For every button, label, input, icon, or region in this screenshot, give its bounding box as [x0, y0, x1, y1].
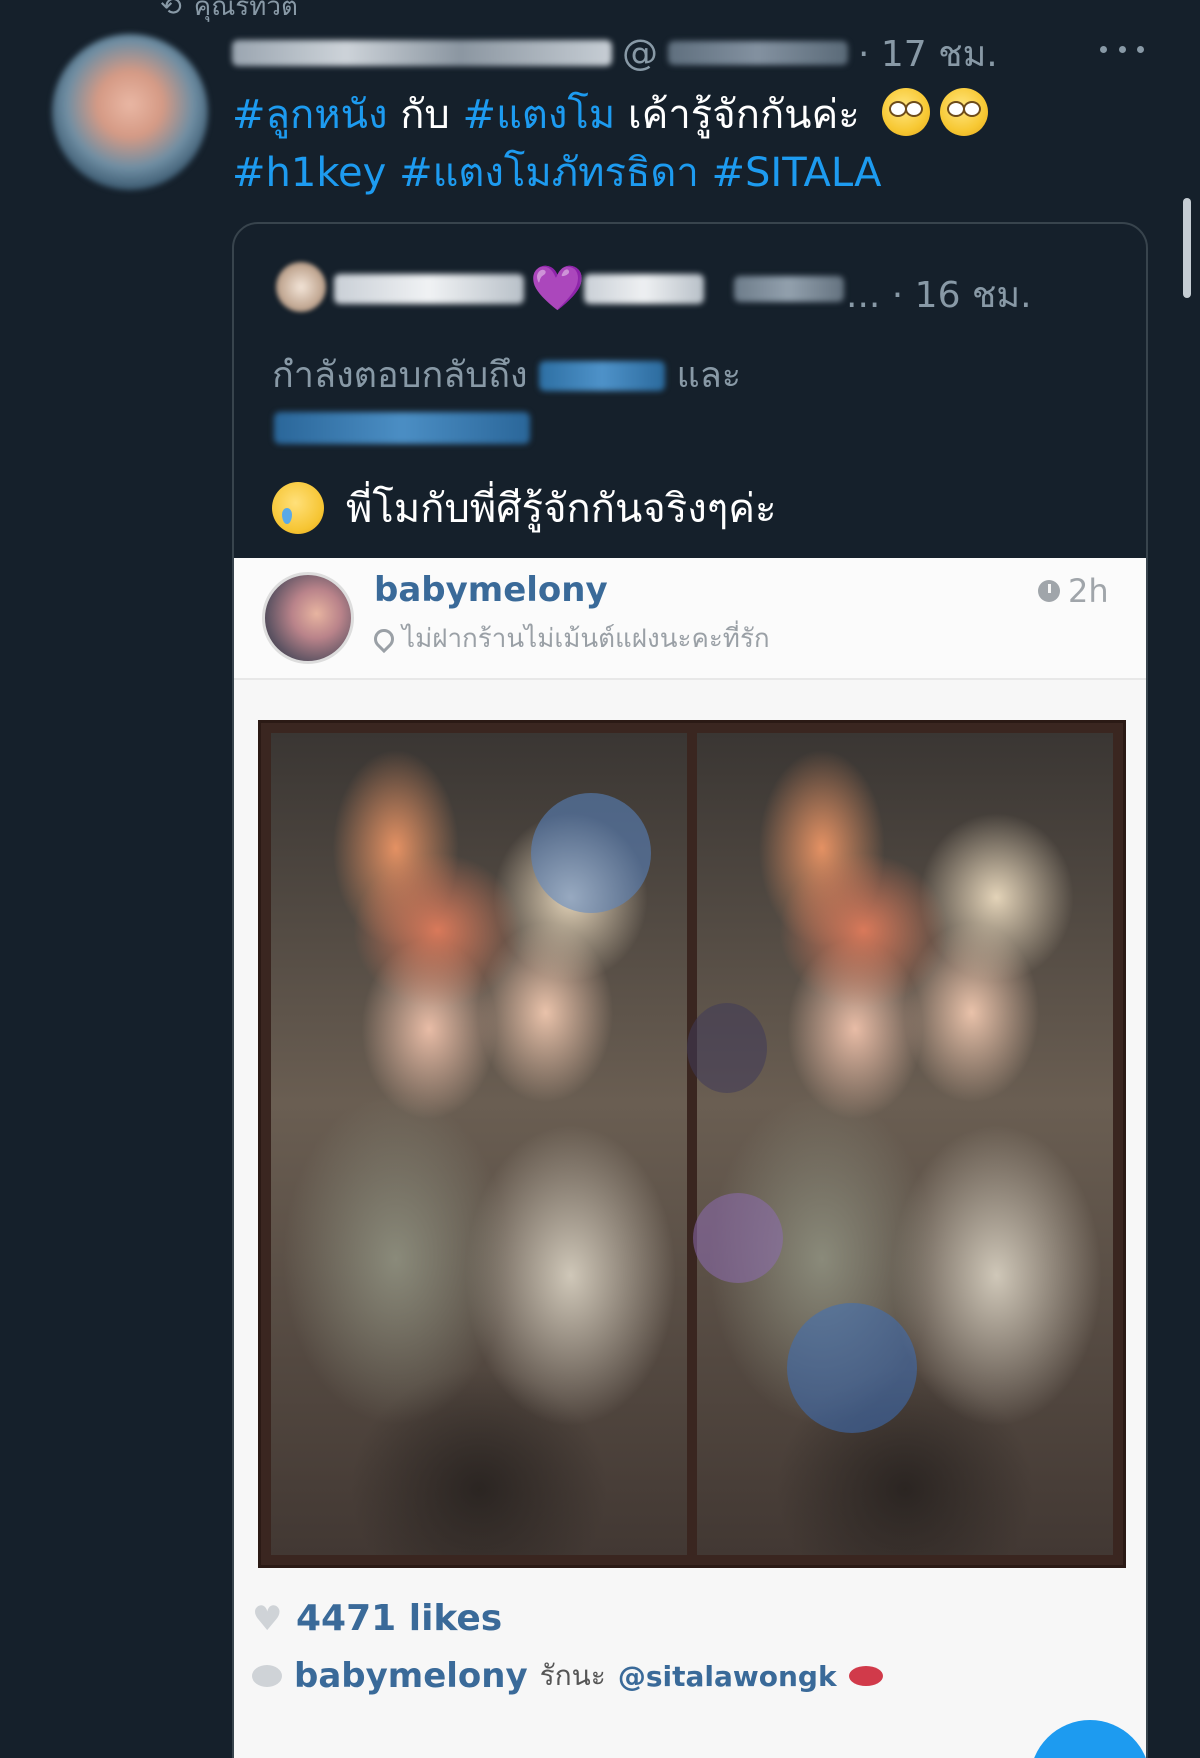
scrollbar[interactable] [1183, 198, 1191, 298]
ig-caption-user: babymelony [294, 1656, 528, 1696]
hashtag[interactable]: #แตงโมภัทรธิดา [399, 150, 699, 196]
retweet-icon: ⟲ [160, 0, 182, 22]
ig-photo-collage [258, 720, 1126, 1568]
instagram-screenshot[interactable]: babymelony ไม่ฝากร้านไม่เม้นต์แฝงนะคะที่… [234, 558, 1146, 1758]
ig-caption: babymelony รักนะ @sitalawongk [252, 1654, 883, 1698]
reply-mention-blurred[interactable] [274, 412, 530, 444]
ig-caption-text: รักนะ [539, 1659, 606, 1692]
lips-icon [848, 1666, 883, 1686]
ig-location-text: ไม่ฝากร้านไม่เม้นต์แฝงนะคะที่รัก [402, 624, 770, 654]
comment-icon [252, 1665, 282, 1687]
ig-photo-right [687, 733, 1113, 1555]
quoted-tweet-text: พี่โมกับพี่ศีรู้จักกันจริงๆค่ะ [272, 476, 776, 540]
tweet-time[interactable]: · 17 ชม. [858, 25, 998, 82]
ig-location: ไม่ฝากร้านไม่เม้นต์แฝงนะคะที่รัก [369, 618, 770, 659]
hashtag[interactable]: #ลูกหนัง [232, 92, 388, 138]
more-options-icon[interactable] [1100, 36, 1144, 62]
hashtag[interactable]: #h1key [232, 150, 386, 196]
purple-heart-icon: 💜 [530, 263, 585, 314]
location-pin-icon [369, 624, 399, 653]
ig-caption-mention: @sitalawongk [617, 1659, 837, 1693]
clock-icon [1038, 580, 1060, 602]
hashtag[interactable]: #SITALA [712, 150, 882, 196]
tweet-text-part [386, 150, 399, 196]
quoted-tweet-time: ... · 16 ชม. [846, 275, 1032, 316]
lens-flare [693, 1193, 783, 1283]
ig-likes: ♥ 4471 likes [252, 1598, 502, 1639]
ig-likes-count: 4471 likes [296, 1598, 503, 1639]
tweet-text-part: เค้ารู้จักกันค่ะ [615, 92, 860, 138]
ig-post-header: babymelony ไม่ฝากร้านไม่เม้นต์แฝงนะคะที่… [234, 558, 1146, 680]
face-with-rolling-eyes-icon [940, 88, 989, 136]
author-handle-prefix: @ [622, 32, 658, 74]
tweet-text-part: กับ [387, 92, 463, 138]
reply-mention-blurred[interactable] [539, 361, 666, 391]
retweet-label: คุณรีทวีต [193, 0, 298, 22]
ig-avatar [262, 572, 354, 664]
face-with-rolling-eyes-icon [882, 88, 931, 136]
quoted-author-name-blurred [334, 274, 524, 304]
tweet-line-1: #ลูกหนัง กับ #แตงโม เค้ารู้จักกันค่ะ [232, 86, 1152, 144]
ig-time-text: 2h [1068, 572, 1109, 610]
retweet-indicator: ⟲ คุณรีทวีต [160, 0, 298, 27]
author-name-blurred[interactable] [232, 40, 612, 66]
tweet-text-part [699, 150, 712, 196]
author-avatar[interactable] [52, 34, 208, 190]
crying-face-icon [272, 482, 324, 534]
timeline: ⟲ คุณรีทวีต @ · 17 ชม. #ลูกหนัง กับ #แตง… [0, 0, 1200, 1758]
lens-flare [687, 1003, 767, 1093]
heart-icon: ♥ [252, 1598, 283, 1639]
reply-context: กำลังตอบกลับถึง และ [272, 346, 741, 403]
reply-and: และ [676, 355, 742, 396]
reply-prefix: กำลังตอบกลับถึง [272, 355, 528, 396]
lens-flare [531, 793, 651, 913]
hashtag[interactable]: #แตงโม [463, 92, 616, 138]
quoted-tweet-body: พี่โมกับพี่ศีรู้จักกันจริงๆค่ะ [346, 486, 777, 532]
quoted-author-handle-blurred [734, 276, 844, 302]
tweet-line-2: #h1key #แตงโมภัทรธิดา #SITALA [232, 144, 1152, 202]
quoted-author-avatar [276, 262, 326, 312]
ig-username: babymelony [374, 570, 608, 610]
ig-photo-left [271, 733, 687, 1555]
tweet-text: #ลูกหนัง กับ #แตงโม เค้ารู้จักกันค่ะ #h1… [232, 86, 1152, 202]
ig-post-time: 2h [1038, 572, 1109, 610]
author-row: @ · 17 ชม. [232, 30, 998, 76]
quoted-author-name-blurred [584, 274, 704, 304]
quoted-tweet-card[interactable]: 💜 ... · 16 ชม. กำลังตอบกลับถึง และ พี่โม… [232, 222, 1148, 1758]
author-handle-blurred [668, 41, 848, 65]
lens-flare [787, 1303, 917, 1433]
